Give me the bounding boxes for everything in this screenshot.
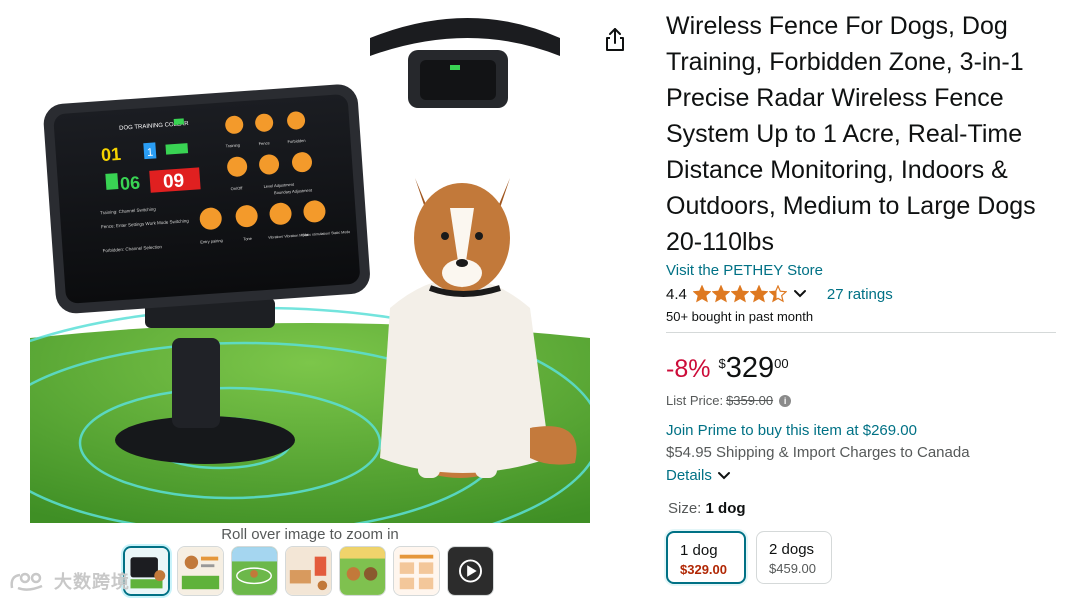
list-price-value: $359.00 [726,393,774,408]
list-price-label: List Price: [666,393,724,408]
device-channel-2: 06 [119,173,140,194]
shipping-details-link[interactable]: Details [666,467,731,484]
thumbnail-video[interactable] [447,546,494,596]
watermark-text: 大数跨境 [54,572,130,592]
size-label-row: Size: 1 dog [668,500,746,517]
device-btn-label-training: Training [226,142,241,148]
size-option-name: 1 dog [680,542,718,559]
details-label: Details [666,467,712,484]
size-selected-value: 1 dog [705,500,746,517]
discount-percent: -8% [666,355,711,383]
thumbnail-room[interactable] [285,546,332,596]
list-price-row: List Price: $359.00 i [666,393,792,408]
size-option-name: 2 dogs [769,541,815,558]
size-option-2-dogs[interactable]: 2 dogs $459.00 [756,531,832,584]
thumbnail-lawn[interactable] [231,546,278,596]
device-btn-label-tone: Tone [243,236,253,242]
star-icon [730,285,749,303]
divider [666,332,1056,333]
product-title: Wireless Fence For Dogs, Dog Training, F… [666,12,1036,256]
thumbnail-strip [123,546,494,596]
price-whole: 329 [725,352,775,384]
share-button[interactable] [602,26,628,54]
size-label: Size: [668,500,702,517]
size-option-1-dog[interactable]: 1 dog $329.00 [666,531,746,584]
price-row: -8% $ 329 00 [666,350,789,386]
size-option-price: $329.00 [680,562,727,577]
thumbnail-device[interactable] [123,546,170,596]
star-icon [711,285,730,303]
join-prime-link[interactable]: Join Prime to buy this item at $269.00 [666,422,917,439]
price-currency-symbol: $ [718,356,726,371]
zoom-hint: Roll over image to zoom in [221,526,399,543]
device-btn-label-fence: Fence [258,140,270,146]
device-channel-mid: 1 [147,147,154,159]
device-channel-3: 09 [162,170,185,192]
star-icon [768,285,787,303]
rating-chevron-down-icon[interactable] [793,289,807,299]
rating-value: 4.4 [666,285,687,303]
chevron-down-icon [717,471,730,479]
watermark: 大数跨境 [8,568,130,594]
star-icon [692,285,711,303]
thumbnail-dogs[interactable] [339,546,386,596]
bought-in-past-month: 50+ bought in past month [666,309,814,324]
rating-row: 4.4 27 ratings [666,284,893,304]
share-icon [606,28,624,51]
watermark-logo-icon [10,572,43,591]
main-product-image[interactable]: DOG TRAINING COLLAR 01 1 06 09 Training:… [30,8,590,523]
ratings-count-link[interactable]: 27 ratings [827,286,893,303]
device-btn-label-onoff: On/Off [231,185,244,191]
size-option-price: $459.00 [769,561,816,576]
thumbnail-chart[interactable] [393,546,440,596]
rating-stars[interactable] [692,285,787,303]
shipping-charges: $54.95 Shipping & Import Charges to Cana… [666,444,970,461]
price-fraction: 00 [774,356,789,371]
star-icon [749,285,768,303]
thumbnail-infographic[interactable] [177,546,224,596]
info-icon[interactable]: i [779,394,792,407]
device-channel-1: 01 [100,144,121,165]
store-link[interactable]: Visit the PETHEY Store [666,262,823,279]
